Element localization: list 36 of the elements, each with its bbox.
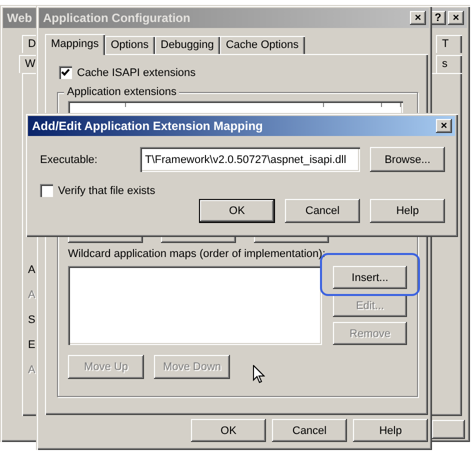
tab[interactable]: Debugging xyxy=(154,36,220,54)
executable-field[interactable]: T\Framework\v2.0.50727\aspnet_isapi.dll xyxy=(140,147,360,172)
tab[interactable]: s xyxy=(436,55,462,73)
list-label: Wildcard application maps (order of implementation): xyxy=(68,248,326,260)
checkbox[interactable] xyxy=(59,66,72,79)
push-button[interactable]: OK xyxy=(199,199,275,223)
window-title: Web xyxy=(7,11,32,25)
push-button[interactable]: Cancel xyxy=(285,199,360,223)
field-label: Executable: xyxy=(40,154,98,166)
checkbox[interactable] xyxy=(40,184,53,197)
window-title: Add/Edit Application Extension Mapping xyxy=(32,119,263,133)
tab[interactable]: T xyxy=(436,35,462,53)
mouse-pointer-icon xyxy=(253,365,265,384)
push-button[interactable] xyxy=(432,420,465,439)
close-button[interactable]: × xyxy=(448,11,464,25)
field-label: A xyxy=(28,288,36,303)
close-button[interactable]: × xyxy=(436,119,452,133)
push-button[interactable]: Cancel xyxy=(272,419,347,442)
field-label: A xyxy=(28,363,36,378)
push-button[interactable]: Browse... xyxy=(370,147,445,172)
push-button[interactable]: Help xyxy=(353,419,428,442)
checkbox-label: Verify that file exists xyxy=(58,184,156,196)
checkbox-label: Cache ISAPI extensions xyxy=(77,66,196,78)
push-button[interactable]: Help xyxy=(370,199,445,223)
window-title: Application Configuration xyxy=(43,11,190,25)
tab[interactable]: Options xyxy=(104,36,155,54)
tab[interactable]: Cache Options xyxy=(220,36,305,54)
field-label: S xyxy=(28,313,36,328)
field-label: E xyxy=(28,338,36,353)
push-button[interactable]: OK xyxy=(191,419,266,442)
close-button[interactable]: × xyxy=(410,11,426,25)
wildcard-list[interactable] xyxy=(68,266,322,345)
push-button[interactable]: Insert... xyxy=(333,266,407,289)
tab[interactable]: Mappings xyxy=(45,34,105,55)
group-label: Application extensions xyxy=(64,86,180,98)
field-label: A xyxy=(28,263,36,278)
